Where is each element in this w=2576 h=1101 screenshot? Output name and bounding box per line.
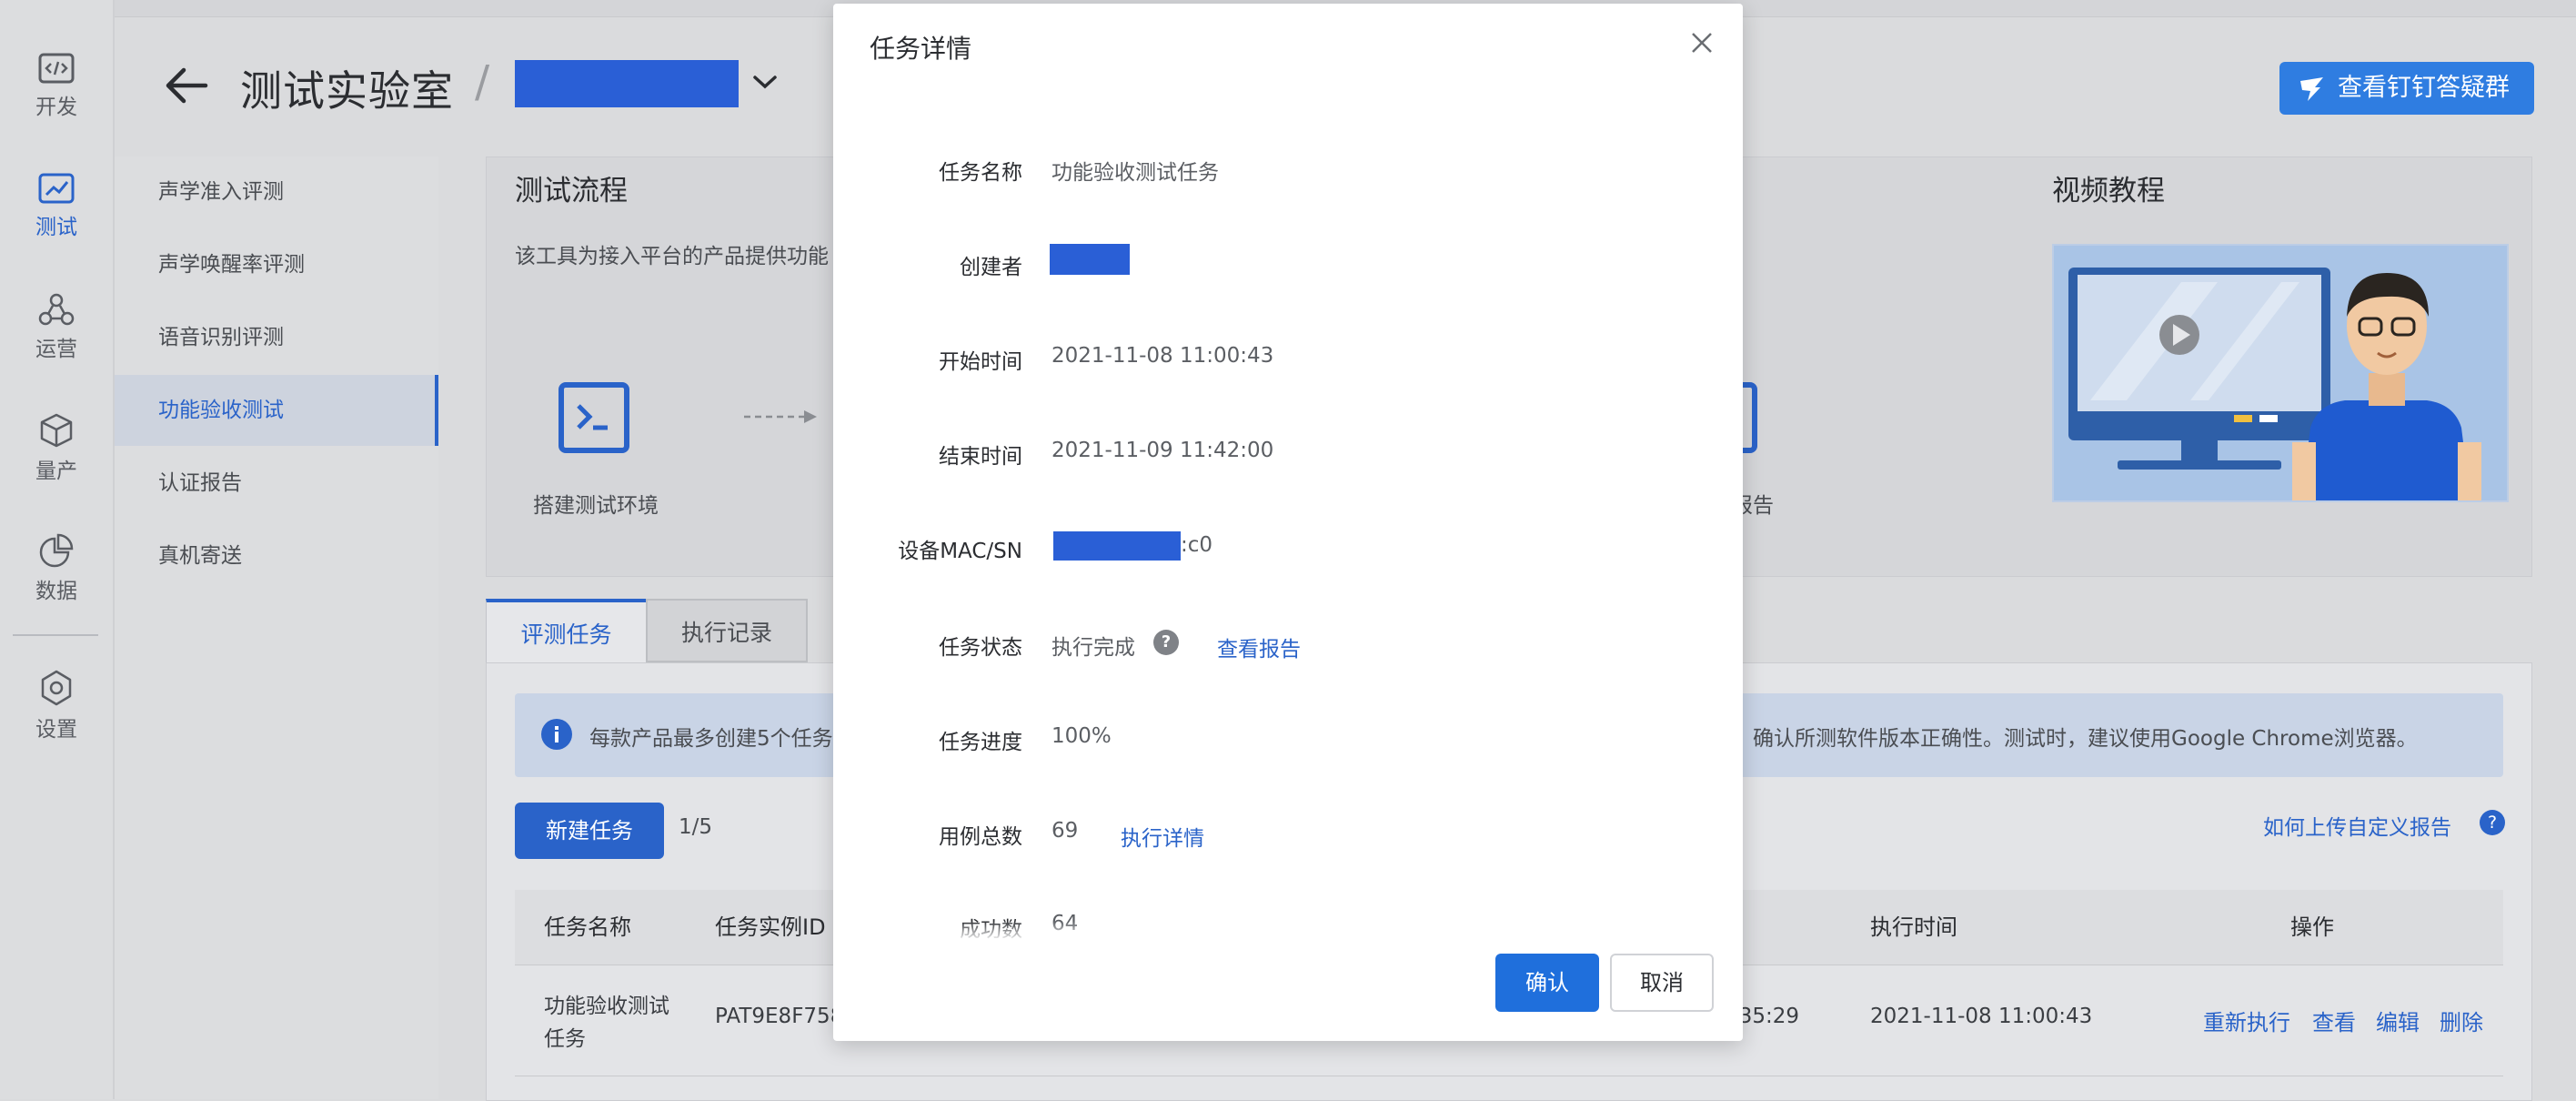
icon-rail: 开发 测试 运营 量产 数据 设置 bbox=[0, 0, 115, 1099]
th-instance-id: 任务实例ID bbox=[715, 914, 826, 940]
rail-item-data[interactable]: 数据 bbox=[0, 533, 113, 604]
value-end-time: 2021-11-09 11:42:00 bbox=[1052, 439, 1274, 462]
cell-task-name-line1: 功能验收测试 bbox=[544, 995, 669, 1018]
cell-task-name-line2: 任务 bbox=[544, 1027, 586, 1051]
label-creator: 创建者 bbox=[960, 256, 1022, 279]
cell-exec-time: 2021-11-08 11:00:43 bbox=[1870, 1005, 2093, 1028]
label-mac-sn: 设备MAC/SN bbox=[898, 540, 1022, 563]
rail-item-operation[interactable]: 运营 bbox=[0, 293, 113, 362]
back-arrow-icon[interactable] bbox=[164, 66, 209, 106]
gear-icon bbox=[41, 670, 72, 706]
help-circle-icon[interactable]: ? bbox=[1153, 630, 1179, 655]
dingtalk-icon bbox=[2300, 77, 2323, 101]
cube-icon bbox=[40, 413, 73, 448]
flow-arrow-icon bbox=[744, 410, 817, 423]
close-icon[interactable] bbox=[1690, 31, 1714, 55]
value-task-name: 功能验收测试任务 bbox=[1052, 161, 1219, 185]
help-circle-icon[interactable]: ? bbox=[2480, 810, 2505, 835]
rerun-link[interactable]: 重新执行 bbox=[2203, 1005, 2290, 1036]
label-task-name: 任务名称 bbox=[939, 161, 1022, 185]
flow-step-setup: 搭建测试环境 bbox=[533, 494, 659, 518]
subnav-item-cert-report[interactable]: 认证报告 bbox=[115, 448, 438, 519]
th-exec-time: 执行时间 bbox=[1870, 914, 1957, 940]
dingtalk-help-button[interactable]: 查看钉钉答疑群 bbox=[2279, 62, 2534, 115]
upload-report-link[interactable]: 如何上传自定义报告 bbox=[2263, 810, 2451, 841]
rail-label: 设置 bbox=[35, 718, 77, 742]
chart-line-icon bbox=[38, 173, 75, 204]
label-start-time: 开始时间 bbox=[939, 350, 1022, 374]
rail-label: 量产 bbox=[35, 460, 77, 483]
rail-item-production[interactable]: 量产 bbox=[0, 413, 113, 484]
video-illustration bbox=[2054, 246, 2507, 500]
pie-chart-icon bbox=[39, 533, 74, 568]
notice-text-right: ，确认所测软件版本正确性。测试时，建议使用Google Chrome浏览器。 bbox=[1732, 727, 2418, 751]
subnav-item-function-acceptance[interactable]: 功能验收测试 bbox=[115, 375, 438, 446]
flow-description: 该工具为接入平台的产品提供功能 bbox=[515, 245, 829, 268]
terminal-icon bbox=[558, 382, 629, 453]
cell-instance-id: PAT9E8F758 bbox=[715, 1005, 844, 1028]
value-mac-suffix: :c0 bbox=[1181, 533, 1213, 557]
label-task-status: 任务状态 bbox=[939, 636, 1022, 660]
rail-label: 运营 bbox=[35, 338, 77, 361]
value-progress: 100% bbox=[1052, 724, 1112, 748]
label-progress: 任务进度 bbox=[939, 731, 1022, 754]
new-task-button[interactable]: 新建任务 bbox=[515, 803, 664, 859]
video-title: 视频教程 bbox=[2052, 175, 2165, 207]
rail-label: 开发 bbox=[35, 96, 77, 119]
redacted-mac bbox=[1053, 531, 1181, 561]
th-task-name: 任务名称 bbox=[544, 914, 631, 940]
nodes-icon bbox=[38, 293, 75, 326]
scroll-fade bbox=[833, 921, 1743, 941]
delete-link[interactable]: 删除 bbox=[2440, 1005, 2483, 1036]
rail-label: 测试 bbox=[35, 216, 77, 239]
subnav-item-speech-recognition[interactable]: 语音识别评测 bbox=[115, 302, 438, 373]
confirm-button[interactable]: 确认 bbox=[1495, 954, 1599, 1012]
rail-label: 数据 bbox=[35, 580, 77, 603]
cancel-button[interactable]: 取消 bbox=[1610, 954, 1714, 1012]
value-start-time: 2021-11-08 11:00:43 bbox=[1052, 344, 1274, 368]
subnav-item-acoustic-access[interactable]: 声学准入评测 bbox=[115, 157, 438, 227]
rail-item-develop[interactable]: 开发 bbox=[0, 53, 113, 120]
chevron-down-icon[interactable] bbox=[751, 73, 779, 91]
task-detail-modal: 任务详情 任务名称 功能验收测试任务 创建者 开始时间 2021-11-08 1… bbox=[833, 4, 1743, 1041]
page-title: 测试实验室 bbox=[240, 66, 454, 116]
flow-title: 测试流程 bbox=[515, 175, 628, 207]
th-operations: 操作 bbox=[2290, 914, 2334, 940]
tab-exec-records[interactable]: 执行记录 bbox=[646, 599, 808, 662]
rail-item-settings[interactable]: 设置 bbox=[0, 670, 113, 742]
video-thumbnail[interactable] bbox=[2052, 244, 2509, 502]
help-button-label: 查看钉钉答疑群 bbox=[2338, 74, 2510, 102]
exec-detail-link[interactable]: 执行详情 bbox=[1121, 821, 1204, 852]
label-total-cases: 用例总数 bbox=[939, 825, 1022, 849]
info-icon bbox=[541, 719, 572, 750]
view-report-link[interactable]: 查看报告 bbox=[1217, 631, 1301, 662]
subnav-item-wake-rate[interactable]: 声学唤醒率评测 bbox=[115, 229, 438, 300]
task-count: 1/5 bbox=[679, 815, 713, 839]
subnav-item-device-shipping[interactable]: 真机寄送 bbox=[115, 520, 438, 591]
breadcrumb-separator: / bbox=[475, 56, 490, 107]
tab-eval-tasks[interactable]: 评测任务 bbox=[486, 599, 646, 662]
sub-nav: 声学准入评测 声学唤醒率评测 语音识别评测 功能验收测试 认证报告 真机寄送 bbox=[115, 157, 438, 1099]
code-icon bbox=[38, 53, 75, 84]
redacted-creator bbox=[1050, 244, 1130, 275]
value-total-cases: 69 bbox=[1052, 819, 1079, 843]
redacted-product-name bbox=[515, 60, 739, 107]
value-task-status: 执行完成 bbox=[1052, 636, 1135, 660]
edit-link[interactable]: 编辑 bbox=[2376, 1005, 2420, 1036]
label-end-time: 结束时间 bbox=[939, 445, 1022, 469]
modal-title: 任务详情 bbox=[870, 34, 972, 64]
rail-divider bbox=[13, 634, 98, 636]
rail-item-test[interactable]: 测试 bbox=[0, 173, 113, 240]
view-link[interactable]: 查看 bbox=[2312, 1005, 2356, 1036]
notice-text: 每款产品最多创建5个任务 bbox=[589, 727, 833, 751]
